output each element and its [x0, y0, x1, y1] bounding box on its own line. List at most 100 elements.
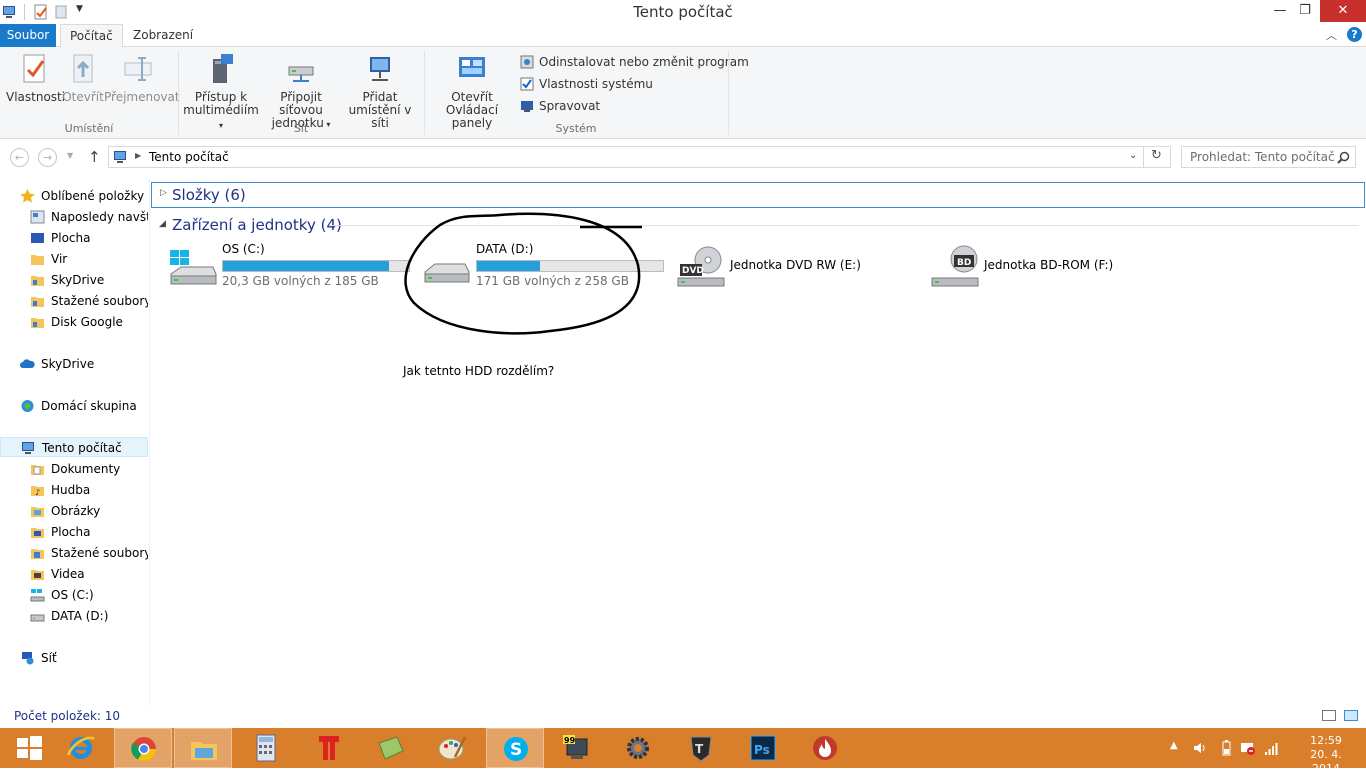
system-properties-label: Vlastnosti systému: [539, 77, 653, 91]
recent-locations-dropdown[interactable]: ▼: [67, 151, 73, 160]
nav-favorites-label: Oblíbené položky: [41, 189, 145, 203]
bd-drive-icon: BD: [931, 245, 979, 287]
taskbar-clock[interactable]: 12:59 20. 4. 2014: [1296, 734, 1356, 776]
tab-view[interactable]: Zobrazení: [124, 24, 202, 47]
nav-documents[interactable]: Dokumenty: [0, 459, 148, 479]
nav-music[interactable]: ♪ Hudba: [0, 480, 148, 500]
action-center-icon[interactable]: [1240, 740, 1256, 756]
drive-dvd-e[interactable]: DVD Jednotka DVD RW (E:): [676, 240, 876, 296]
nav-pictures[interactable]: Obrázky: [0, 501, 148, 521]
nav-vir[interactable]: Vir: [0, 249, 148, 269]
folders-header-label: Složky (6): [172, 186, 246, 204]
taskbar-internet-explorer[interactable]: [52, 728, 110, 768]
nav-thispc-label: Tento počítač: [42, 441, 122, 455]
taskbar-chrome[interactable]: [114, 728, 172, 768]
system-properties-button[interactable]: Vlastnosti systému: [520, 75, 653, 93]
taskbar-app-fire[interactable]: [796, 728, 854, 768]
window-title: Tento počítač: [633, 3, 733, 21]
status-item-count: Počet položek: 10: [14, 709, 121, 723]
taskbar-app-99[interactable]: 99: [547, 728, 605, 768]
folder-icon: [31, 297, 44, 307]
recent-places-icon: [30, 210, 45, 224]
nav-desktop-pc[interactable]: Plocha: [0, 522, 148, 542]
details-view-icon[interactable]: [1322, 710, 1336, 721]
nav-downloads-favorite[interactable]: Stažené soubory: [0, 291, 148, 311]
manage-button[interactable]: Spravovat: [520, 97, 600, 115]
svg-text:99: 99: [564, 736, 576, 745]
collapse-chevron-icon[interactable]: ◢: [159, 219, 166, 229]
nav-network[interactable]: Síť: [0, 648, 148, 668]
nav-homegroup[interactable]: Domácí skupina: [0, 396, 148, 416]
expand-chevron-icon[interactable]: ▷: [160, 188, 167, 198]
nav-skydrive-favorite[interactable]: SkyDrive: [0, 270, 148, 290]
taskbar-app-green[interactable]: [362, 728, 420, 768]
refresh-icon[interactable]: ↻: [1151, 148, 1162, 163]
rename-button[interactable]: Přejmenovat: [104, 53, 180, 104]
nav-this-pc[interactable]: Tento počítač: [0, 437, 148, 457]
add-network-location-button[interactable]: Přidat umístění v síti: [343, 53, 417, 130]
control-panel-button[interactable]: Otevřít Ovládací panely: [429, 53, 515, 130]
chrome-icon: [131, 737, 156, 762]
search-icon[interactable]: [1337, 151, 1350, 164]
taskbar-settings[interactable]: [609, 728, 667, 768]
nav-skydrive[interactable]: SkyDrive: [0, 354, 148, 374]
search-input[interactable]: Prohledat: Tento počítač: [1190, 150, 1335, 164]
properties-icon: [23, 54, 45, 83]
help-icon[interactable]: ?: [1347, 27, 1362, 42]
windows-drive-icon: [30, 589, 45, 602]
nav-os-c[interactable]: OS (C:): [0, 585, 148, 605]
chevron-up-icon[interactable]: ︿: [1326, 27, 1337, 43]
nav-downloads-label: Stažené soubory: [51, 546, 148, 560]
nav-google-drive[interactable]: Disk Google: [0, 312, 148, 332]
taskbar-app-red[interactable]: [300, 728, 358, 768]
map-network-drive-button[interactable]: Připojit síťovou jednotku ▾: [259, 53, 343, 131]
drive-bd-f[interactable]: BD Jednotka BD-ROM (F:): [930, 240, 1130, 296]
computer-icon: [22, 442, 34, 454]
search-box[interactable]: Prohledat: Tento počítač: [1181, 146, 1356, 168]
speaker-icon[interactable]: [1192, 740, 1208, 756]
taskbar-calculator[interactable]: [237, 728, 295, 768]
drive-f-name: Jednotka BD-ROM (F:): [984, 258, 1114, 272]
back-button[interactable]: ←: [10, 148, 29, 167]
devices-group-header[interactable]: ◢ Zařízení a jednotky (4): [151, 214, 1365, 236]
properties-button[interactable]: Vlastnosti: [6, 53, 65, 104]
tab-computer[interactable]: Počítač: [60, 24, 123, 48]
breadcrumb-chevron-icon[interactable]: ▶: [135, 151, 141, 160]
add-location-label-1: Přidat: [362, 90, 398, 104]
nav-favorites[interactable]: Oblíbené položky: [0, 186, 148, 206]
calculator-icon: [256, 734, 276, 762]
taskbar-paint[interactable]: [423, 728, 481, 768]
up-button[interactable]: ↑: [88, 148, 101, 166]
taskbar-world-of-tanks[interactable]: T: [672, 728, 730, 768]
open-button[interactable]: Otevřít: [62, 53, 104, 104]
nav-desktop[interactable]: Plocha: [0, 228, 148, 248]
taskbar-file-explorer[interactable]: [174, 728, 232, 768]
nav-downloads[interactable]: Stažené soubory: [0, 543, 148, 563]
nav-recent-places[interactable]: Naposledy navštív: [0, 207, 148, 227]
start-button[interactable]: [0, 728, 58, 768]
close-button[interactable]: ✕: [1320, 0, 1366, 22]
network-signal-icon[interactable]: [1264, 740, 1280, 756]
tab-file[interactable]: Soubor: [0, 24, 56, 47]
chevron-down-icon[interactable]: ⌄: [1129, 150, 1137, 161]
uninstall-program-button[interactable]: Odinstalovat nebo změnit program: [520, 53, 749, 71]
media-access-button[interactable]: Přístup k multimédiím ▾: [183, 53, 259, 132]
nav-recent-label: Naposledy navštív: [51, 210, 148, 224]
maximize-button[interactable]: ❐: [1290, 0, 1320, 22]
taskbar-skype[interactable]: S: [486, 728, 544, 768]
drive-os-c[interactable]: OS (C:) 20,3 GB volných z 185 GB: [168, 240, 414, 296]
folders-group-header[interactable]: ▷ Složky (6): [151, 182, 1365, 208]
address-bar[interactable]: ▶ Tento počítač ⌄ ↻: [108, 146, 1171, 168]
breadcrumb-this-pc[interactable]: Tento počítač: [149, 150, 229, 164]
battery-icon[interactable]: [1218, 740, 1234, 756]
taskbar-photoshop[interactable]: Ps: [734, 728, 792, 768]
show-hidden-icons-icon[interactable]: ▲: [1170, 740, 1186, 756]
hand-drawn-circle: [404, 212, 642, 335]
music-folder-icon: ♪: [31, 486, 44, 497]
nav-data-d[interactable]: DATA (D:): [0, 606, 148, 626]
nav-videos[interactable]: Videa: [0, 564, 148, 584]
nav-datad-label: DATA (D:): [51, 609, 109, 623]
taskbar: S 99 T Ps ▲ 12:59 20. 4. 2014: [0, 728, 1366, 775]
forward-button[interactable]: →: [38, 148, 57, 167]
large-icons-view-icon[interactable]: [1344, 710, 1358, 721]
